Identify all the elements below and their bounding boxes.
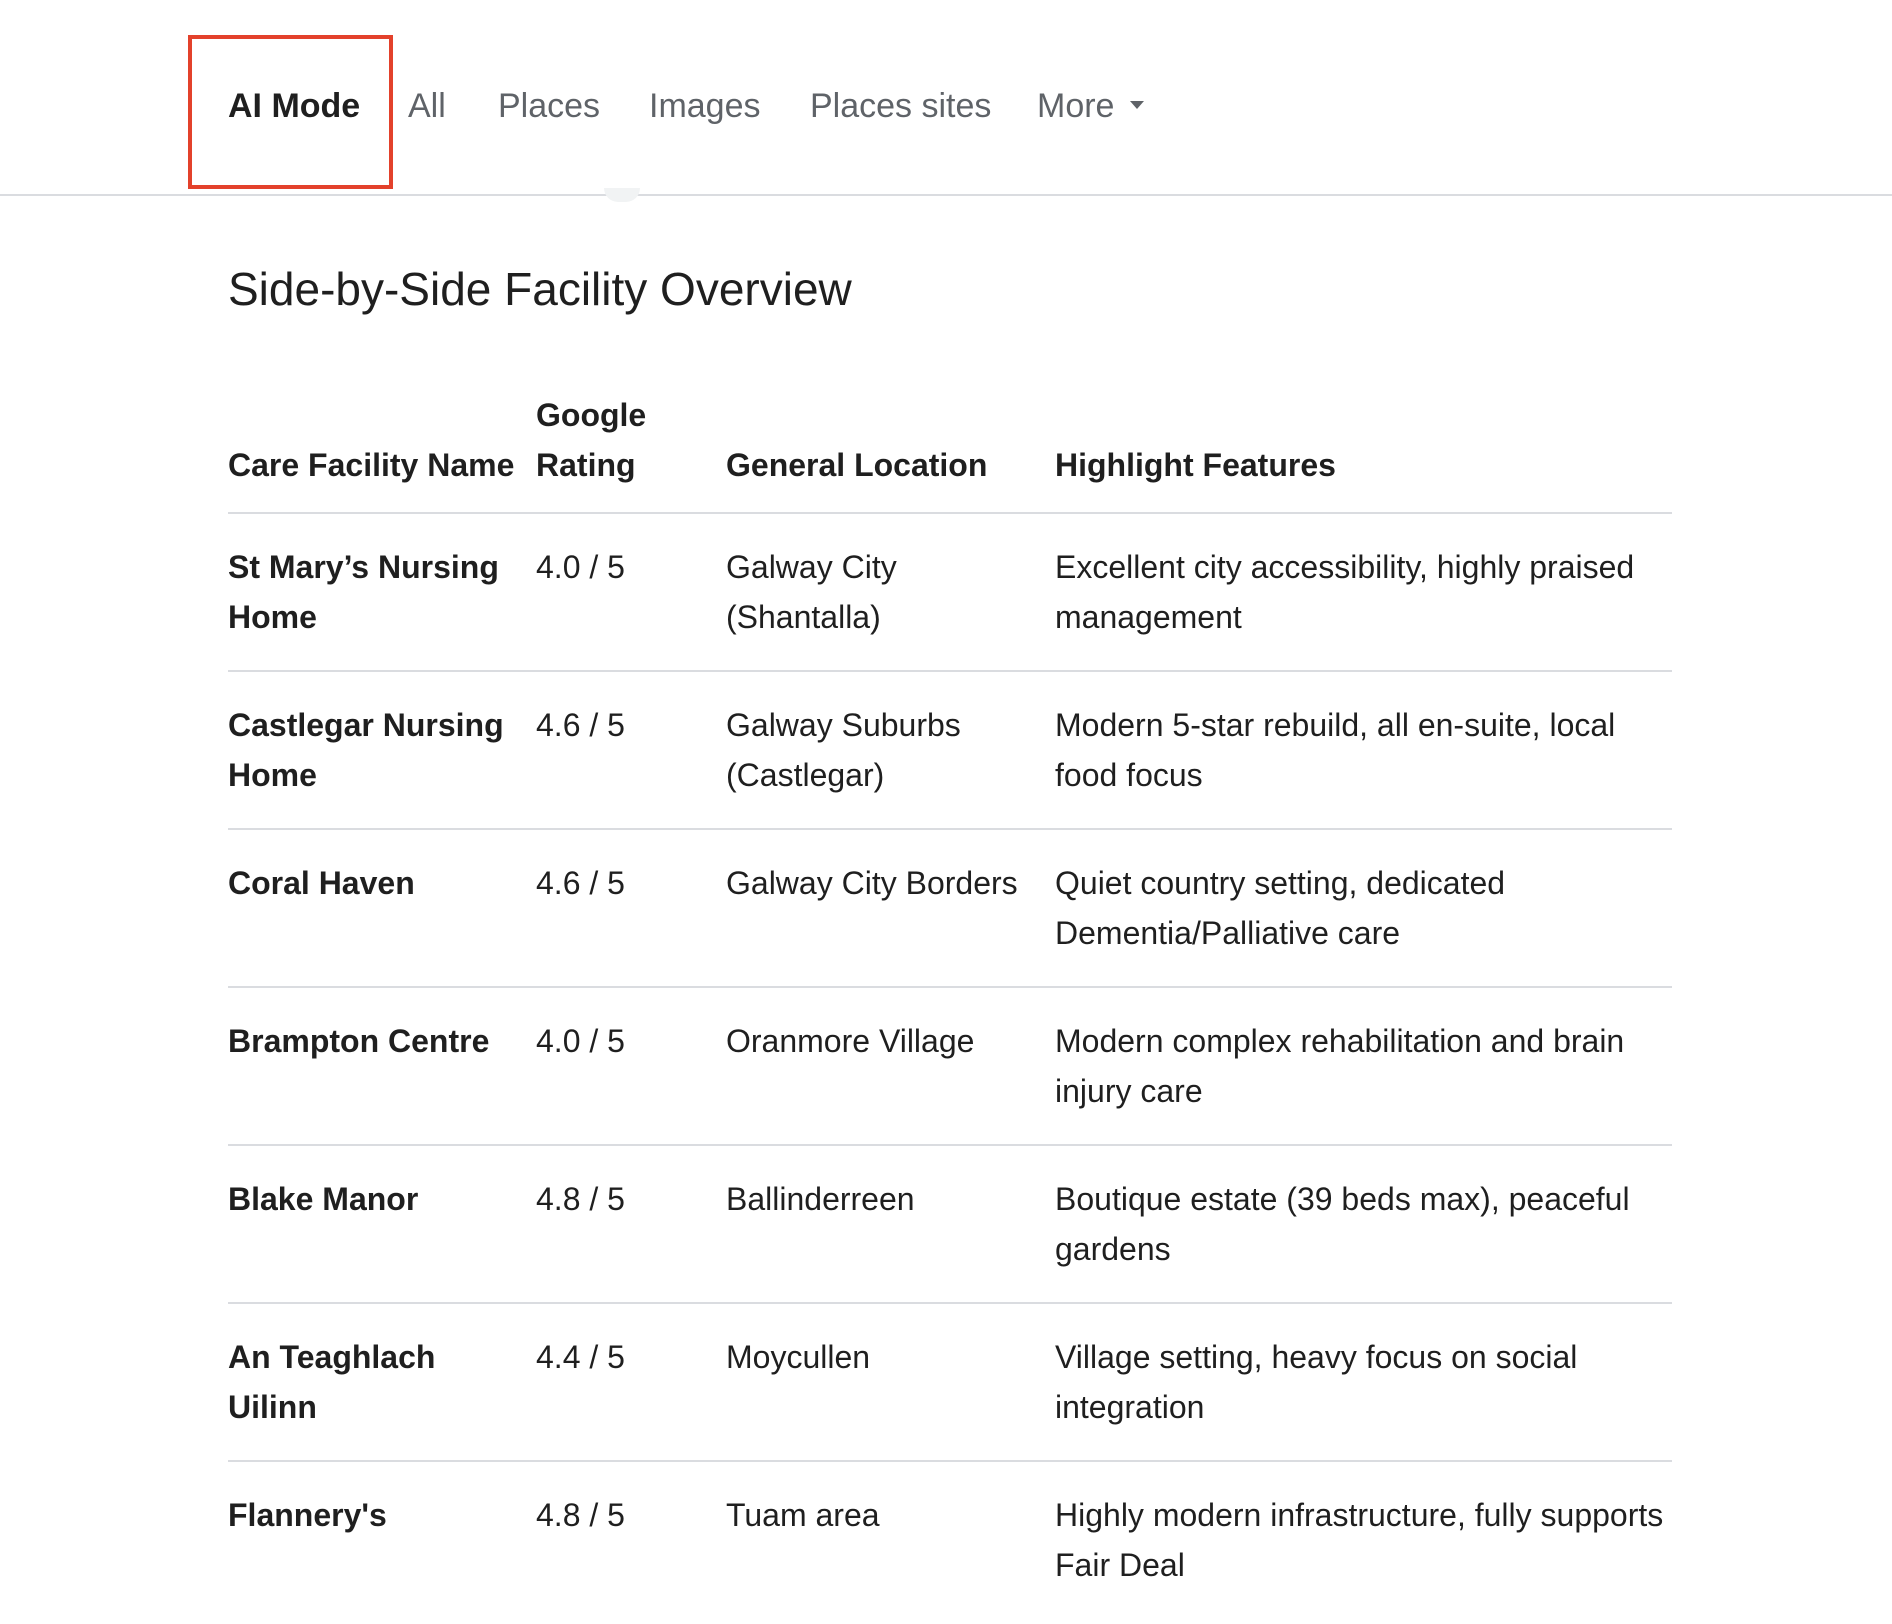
facility-features: Quiet country setting, dedicated Dementi… — [1055, 829, 1672, 988]
header-highlight-features: Highlight Features — [1055, 390, 1672, 514]
header-google-rating: Google Rating — [536, 390, 726, 514]
facility-location: Oranmore Village — [726, 987, 1055, 1146]
scroll-indicator — [604, 188, 640, 202]
tab-more-label: More — [1037, 87, 1115, 125]
facility-comparison-table: Care Facility Name Google Rating General… — [228, 390, 1672, 1618]
search-tab-bar: AI Mode All Places Images Places sites M… — [0, 0, 1892, 196]
table-row: Coral Haven 4.6 / 5 Galway City Borders … — [228, 829, 1672, 988]
table-row: St Mary’s Nursing Home 4.0 / 5 Galway Ci… — [228, 513, 1672, 672]
facility-location: Tuam area — [726, 1497, 880, 1533]
facility-name: Flannery's — [228, 1497, 387, 1533]
table-row: Blake Manor 4.8 / 5 Ballinderreen Boutiq… — [228, 1145, 1672, 1304]
table-header-row: Care Facility Name Google Rating General… — [228, 390, 1672, 514]
facility-rating: 4.8 / 5 — [536, 1145, 726, 1304]
facility-features: Modern complex rehabilitation and brain … — [1055, 987, 1672, 1146]
facility-features: Modern 5-star rebuild, all en-suite, loc… — [1055, 671, 1672, 830]
facility-name: Castlegar Nursing Home — [228, 671, 536, 830]
tab-places-sites[interactable]: Places sites — [810, 80, 991, 132]
facility-location: Galway Suburbs (Castlegar) — [726, 671, 1055, 830]
facility-name: Coral Haven — [228, 829, 536, 988]
caret-down-icon — [1130, 101, 1145, 110]
table-row: Flannery's 4.8 / 5 Tuam area Highly mode… — [228, 1461, 1672, 1618]
facility-name: Blake Manor — [228, 1145, 536, 1304]
facility-location: Galway City (Shantalla) — [726, 513, 1055, 672]
facility-rating: 4.0 / 5 — [536, 987, 726, 1146]
tab-places[interactable]: Places — [498, 80, 600, 132]
facility-rating: 4.6 / 5 — [536, 829, 726, 988]
table-row: Castlegar Nursing Home 4.6 / 5 Galway Su… — [228, 671, 1672, 830]
facility-features: Excellent city accessibility, highly pra… — [1055, 513, 1672, 672]
facility-location: Ballinderreen — [726, 1145, 1055, 1304]
facility-rating: 4.0 / 5 — [536, 513, 726, 672]
header-facility-name: Care Facility Name — [228, 390, 536, 514]
section-title: Side-by-Side Facility Overview — [228, 263, 852, 315]
annotation-highlight-box — [188, 35, 393, 189]
facility-name: St Mary’s Nursing Home — [228, 513, 536, 672]
facility-location: Galway City Borders — [726, 829, 1055, 988]
tab-more[interactable]: More — [1037, 80, 1145, 132]
facility-rating: 4.8 / 5 — [536, 1497, 625, 1533]
facility-name: An Teaghlach Uilinn — [228, 1303, 536, 1462]
facility-location: Moycullen — [726, 1303, 1055, 1462]
tab-images[interactable]: Images — [649, 80, 761, 132]
facility-name: Brampton Centre — [228, 987, 536, 1146]
facility-rating: 4.4 / 5 — [536, 1303, 726, 1462]
table-row: An Teaghlach Uilinn 4.4 / 5 Moycullen Vi… — [228, 1303, 1672, 1462]
facility-features: Village setting, heavy focus on social i… — [1055, 1303, 1672, 1462]
header-general-location: General Location — [726, 390, 1055, 514]
tab-all[interactable]: All — [408, 80, 446, 132]
facility-features: Boutique estate (39 beds max), peaceful … — [1055, 1145, 1672, 1304]
facility-rating: 4.6 / 5 — [536, 671, 726, 830]
table-row: Brampton Centre 4.0 / 5 Oranmore Village… — [228, 987, 1672, 1146]
facility-features: Highly modern infrastructure, fully supp… — [1055, 1497, 1664, 1583]
